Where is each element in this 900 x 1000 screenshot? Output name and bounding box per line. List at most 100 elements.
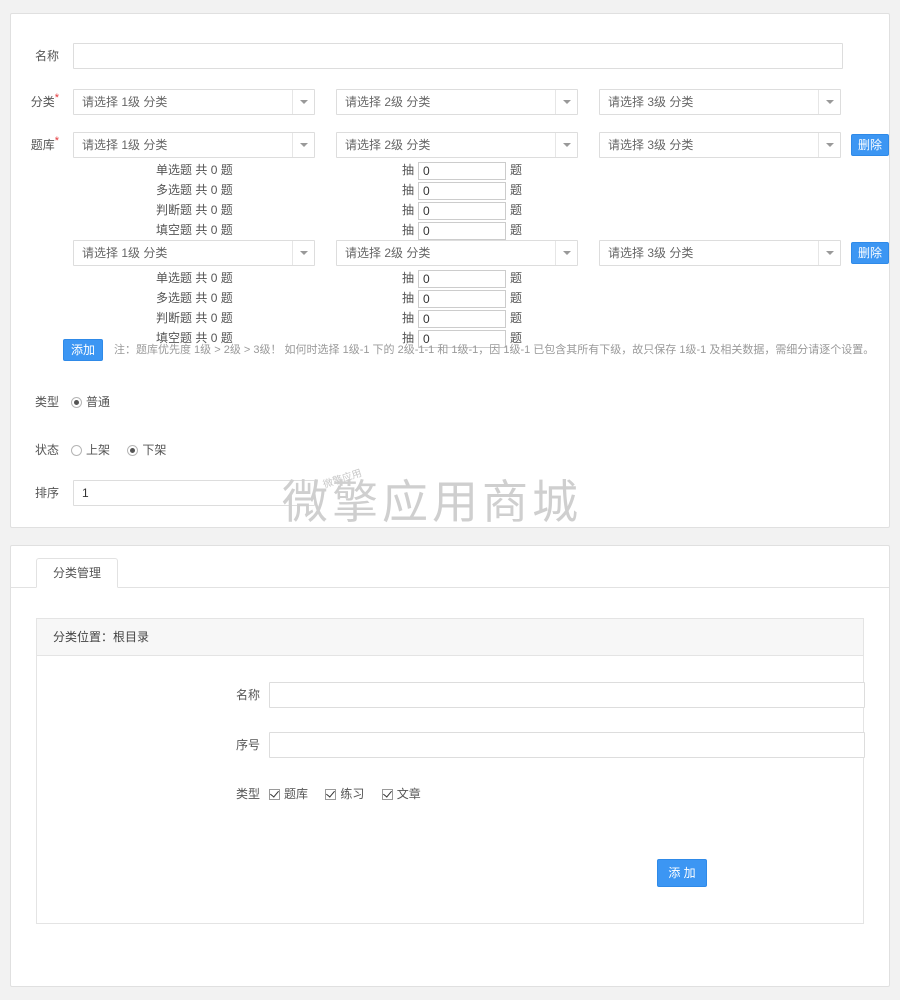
tab-category-manage[interactable]: 分类管理 — [36, 558, 119, 588]
question-type-count: 共 0 题 — [195, 291, 233, 305]
question-type-name: 单选题 — [156, 271, 193, 285]
chevron-down-icon — [818, 133, 840, 157]
pick-suffix: 题 — [510, 203, 523, 217]
pick-prefix: 抽 — [402, 203, 415, 217]
bank-row2-level1-value: 请选择 1级 分类 — [82, 246, 168, 260]
category-type-option-label: 练习 — [340, 787, 365, 801]
type-label: 类型 — [34, 395, 59, 409]
category-manage-card: 分类管理 分类位置：根目录 名称 序号 类型 题库 练习 文章 添 加 — [10, 545, 890, 987]
chevron-down-icon — [292, 133, 314, 157]
category-label: 分类* — [11, 89, 59, 115]
bank-priority-note: 注：题库优先度 1级 > 2级 > 3级！ 如何时选择 1级-1 下的 2级-1… — [114, 344, 875, 356]
category-level3-select[interactable]: 请选择 3级 分类 — [599, 89, 841, 115]
bank-row1-delete-button[interactable]: 删除 — [851, 134, 889, 156]
add-bank-row-button[interactable]: 添加 — [63, 339, 103, 361]
question-type-count: 共 0 题 — [195, 223, 233, 237]
chevron-down-icon — [555, 90, 577, 114]
question-type-name: 填空题 — [156, 223, 193, 237]
bank-row1-pick-2: 抽题 — [402, 201, 522, 220]
category-form-panel: 名称 序号 类型 题库 练习 文章 添 加 — [36, 655, 865, 924]
status-option-on-shelf[interactable]: 上架 — [71, 441, 110, 459]
bank-row1-level2-select[interactable]: 请选择 2级 分类 — [336, 132, 578, 158]
name-label: 名称 — [34, 49, 59, 63]
category-seq-input[interactable] — [269, 732, 865, 758]
pick-prefix: 抽 — [402, 223, 415, 237]
category-required-mark: * — [54, 92, 59, 104]
chevron-down-icon — [818, 241, 840, 265]
bank-row2-pick-input-0[interactable] — [418, 269, 507, 288]
question-type-count: 共 0 题 — [195, 163, 233, 177]
category-level2-value: 请选择 2级 分类 — [345, 95, 431, 109]
pick-suffix: 题 — [510, 271, 523, 285]
type-radio-group[interactable]: 普通 — [71, 393, 124, 411]
radio-on-icon — [127, 445, 139, 456]
status-option-off-shelf[interactable]: 下架 — [127, 441, 166, 459]
radio-off-icon — [71, 445, 82, 456]
status-option-label: 下架 — [142, 443, 167, 457]
bank-row1-stat-2: 判断题 共 0 题 — [156, 201, 233, 219]
pick-suffix: 题 — [510, 183, 523, 197]
order-input[interactable] — [73, 480, 315, 506]
bank-row1-pick-input-0[interactable] — [418, 161, 507, 180]
watermark-text: 微擎应用商城 — [282, 475, 582, 529]
bank-row1-stat-1: 多选题 共 0 题 — [156, 181, 233, 199]
page-root: 名称 分类* 请选择 1级 分类 请选择 2级 分类 请选择 3级 分类 题库*… — [0, 0, 900, 1000]
bank-row2-level1-select[interactable]: 请选择 1级 分类 — [73, 240, 315, 266]
pick-prefix: 抽 — [402, 163, 415, 177]
category-level3-value: 请选择 3级 分类 — [608, 95, 694, 109]
category-label-text: 分类 — [30, 95, 55, 109]
type-option-normal[interactable]: 普通 — [71, 393, 110, 411]
name-input[interactable] — [73, 43, 843, 69]
bank-row1-pick-input-1[interactable] — [418, 181, 507, 200]
pick-suffix: 题 — [510, 223, 523, 237]
bank-row1-pick-0: 抽题 — [402, 161, 522, 180]
status-radio-group[interactable]: 上架 下架 — [71, 441, 180, 459]
category-type-label: 类型 — [235, 787, 260, 801]
category-type-option-label: 题库 — [284, 787, 309, 801]
question-type-name: 判断题 — [156, 203, 193, 217]
bank-row2-stat-2: 判断题 共 0 题 — [156, 309, 233, 327]
pick-suffix: 题 — [510, 311, 523, 325]
tab-bar — [11, 546, 889, 588]
chevron-down-icon — [292, 241, 314, 265]
bank-row2-pick-input-1[interactable] — [418, 289, 507, 308]
pick-suffix: 题 — [510, 163, 523, 177]
type-option-label: 普通 — [86, 395, 111, 409]
bank-row1-level3-value: 请选择 3级 分类 — [608, 138, 694, 152]
question-type-count: 共 0 题 — [195, 271, 233, 285]
question-type-name: 多选题 — [156, 183, 193, 197]
category-level1-select[interactable]: 请选择 1级 分类 — [73, 89, 315, 115]
category-name-input[interactable] — [269, 682, 865, 708]
category-add-button[interactable]: 添 加 — [657, 859, 707, 887]
bank-label: 题库* — [11, 132, 59, 158]
bank-row2-pick-input-2[interactable] — [418, 309, 507, 328]
chevron-down-icon — [818, 90, 840, 114]
category-type-option-bank[interactable]: 题库 — [269, 785, 308, 803]
bank-row2-level2-value: 请选择 2级 分类 — [345, 246, 431, 260]
checkbox-checked-icon — [269, 789, 280, 800]
bank-row1-pick-input-3[interactable] — [418, 221, 507, 240]
bank-row2-pick-2: 抽题 — [402, 309, 522, 328]
bank-row2-delete-button[interactable]: 删除 — [851, 242, 889, 264]
bank-row1-pick-input-2[interactable] — [418, 201, 507, 220]
bank-row1-level3-select[interactable]: 请选择 3级 分类 — [599, 132, 841, 158]
category-type-option-article[interactable]: 文章 — [381, 785, 421, 803]
category-type-option-practice[interactable]: 练习 — [325, 785, 364, 803]
chevron-down-icon — [555, 133, 577, 157]
pick-prefix: 抽 — [402, 311, 415, 325]
bank-row2-level3-select[interactable]: 请选择 3级 分类 — [599, 240, 841, 266]
question-type-name: 单选题 — [156, 163, 193, 177]
bank-row2-level2-select[interactable]: 请选择 2级 分类 — [336, 240, 578, 266]
radio-on-icon — [71, 397, 82, 408]
order-label: 排序 — [34, 486, 59, 500]
bank-row2-pick-0: 抽题 — [402, 269, 522, 288]
bank-required-mark: * — [54, 135, 59, 147]
bank-row2-stat-0: 单选题 共 0 题 — [156, 269, 233, 287]
question-type-count: 共 0 题 — [195, 203, 233, 217]
bank-row1-pick-3: 抽题 — [402, 221, 522, 240]
question-type-count: 共 0 题 — [195, 311, 233, 325]
category-type-option-label: 文章 — [396, 787, 421, 801]
category-type-checkbox-group[interactable]: 题库 练习 文章 — [269, 785, 435, 803]
bank-row1-level1-select[interactable]: 请选择 1级 分类 — [73, 132, 315, 158]
category-level2-select[interactable]: 请选择 2级 分类 — [336, 89, 578, 115]
